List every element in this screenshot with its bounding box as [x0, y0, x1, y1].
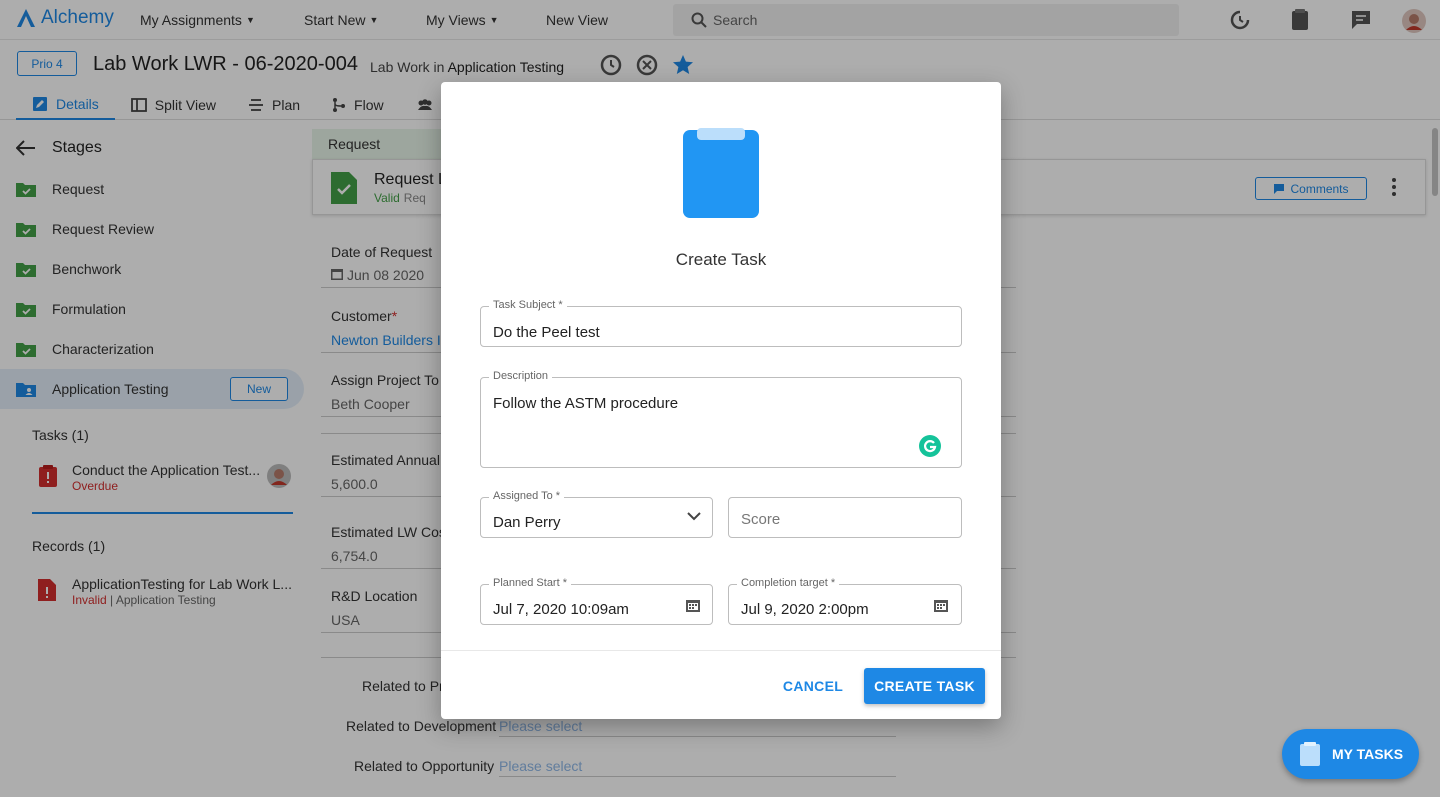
- task-subject-field[interactable]: Task Subject * Do the Peel test: [480, 299, 962, 347]
- completion-target-field[interactable]: Completion target * Jul 9, 2020 2:00pm: [728, 577, 962, 625]
- grammarly-icon[interactable]: [919, 435, 941, 457]
- calendar-icon[interactable]: [934, 599, 948, 612]
- my-tasks-label: MY TASKS: [1332, 746, 1404, 762]
- calendar-icon[interactable]: [686, 599, 700, 612]
- cancel-button[interactable]: CANCEL: [771, 668, 855, 704]
- field-label: Planned Start *: [489, 577, 571, 589]
- description-field[interactable]: Description Follow the ASTM procedure: [480, 370, 962, 468]
- score-field[interactable]: Score: [728, 497, 962, 538]
- score-placeholder: Score: [741, 511, 781, 528]
- task-subject-input[interactable]: Do the Peel test: [493, 324, 600, 341]
- clipboard-icon: [1300, 742, 1320, 766]
- chevron-down-icon[interactable]: [687, 512, 701, 521]
- field-label: Description: [489, 370, 553, 382]
- description-textarea[interactable]: Follow the ASTM procedure: [493, 395, 678, 412]
- planned-start-field[interactable]: Planned Start * Jul 7, 2020 10:09am: [480, 577, 713, 625]
- field-label: Task Subject *: [489, 299, 567, 311]
- dialog-title: Create Task: [675, 250, 767, 269]
- assigned-to-value: Dan Perry: [493, 514, 561, 531]
- field-label: Completion target *: [737, 577, 840, 589]
- assigned-to-select[interactable]: Assigned To * Dan Perry: [480, 490, 713, 538]
- completion-target-input[interactable]: Jul 9, 2020 2:00pm: [741, 601, 869, 618]
- planned-start-input[interactable]: Jul 7, 2020 10:09am: [493, 601, 629, 618]
- clipboard-icon: [683, 128, 759, 218]
- create-task-button[interactable]: CREATE TASK: [864, 668, 985, 704]
- dialog-actions-divider: [441, 650, 1001, 651]
- my-tasks-button[interactable]: MY TASKS: [1282, 729, 1419, 779]
- field-label: Assigned To *: [489, 490, 565, 502]
- create-task-dialog: Create Task Task Subject * Do the Peel t…: [441, 82, 1001, 719]
